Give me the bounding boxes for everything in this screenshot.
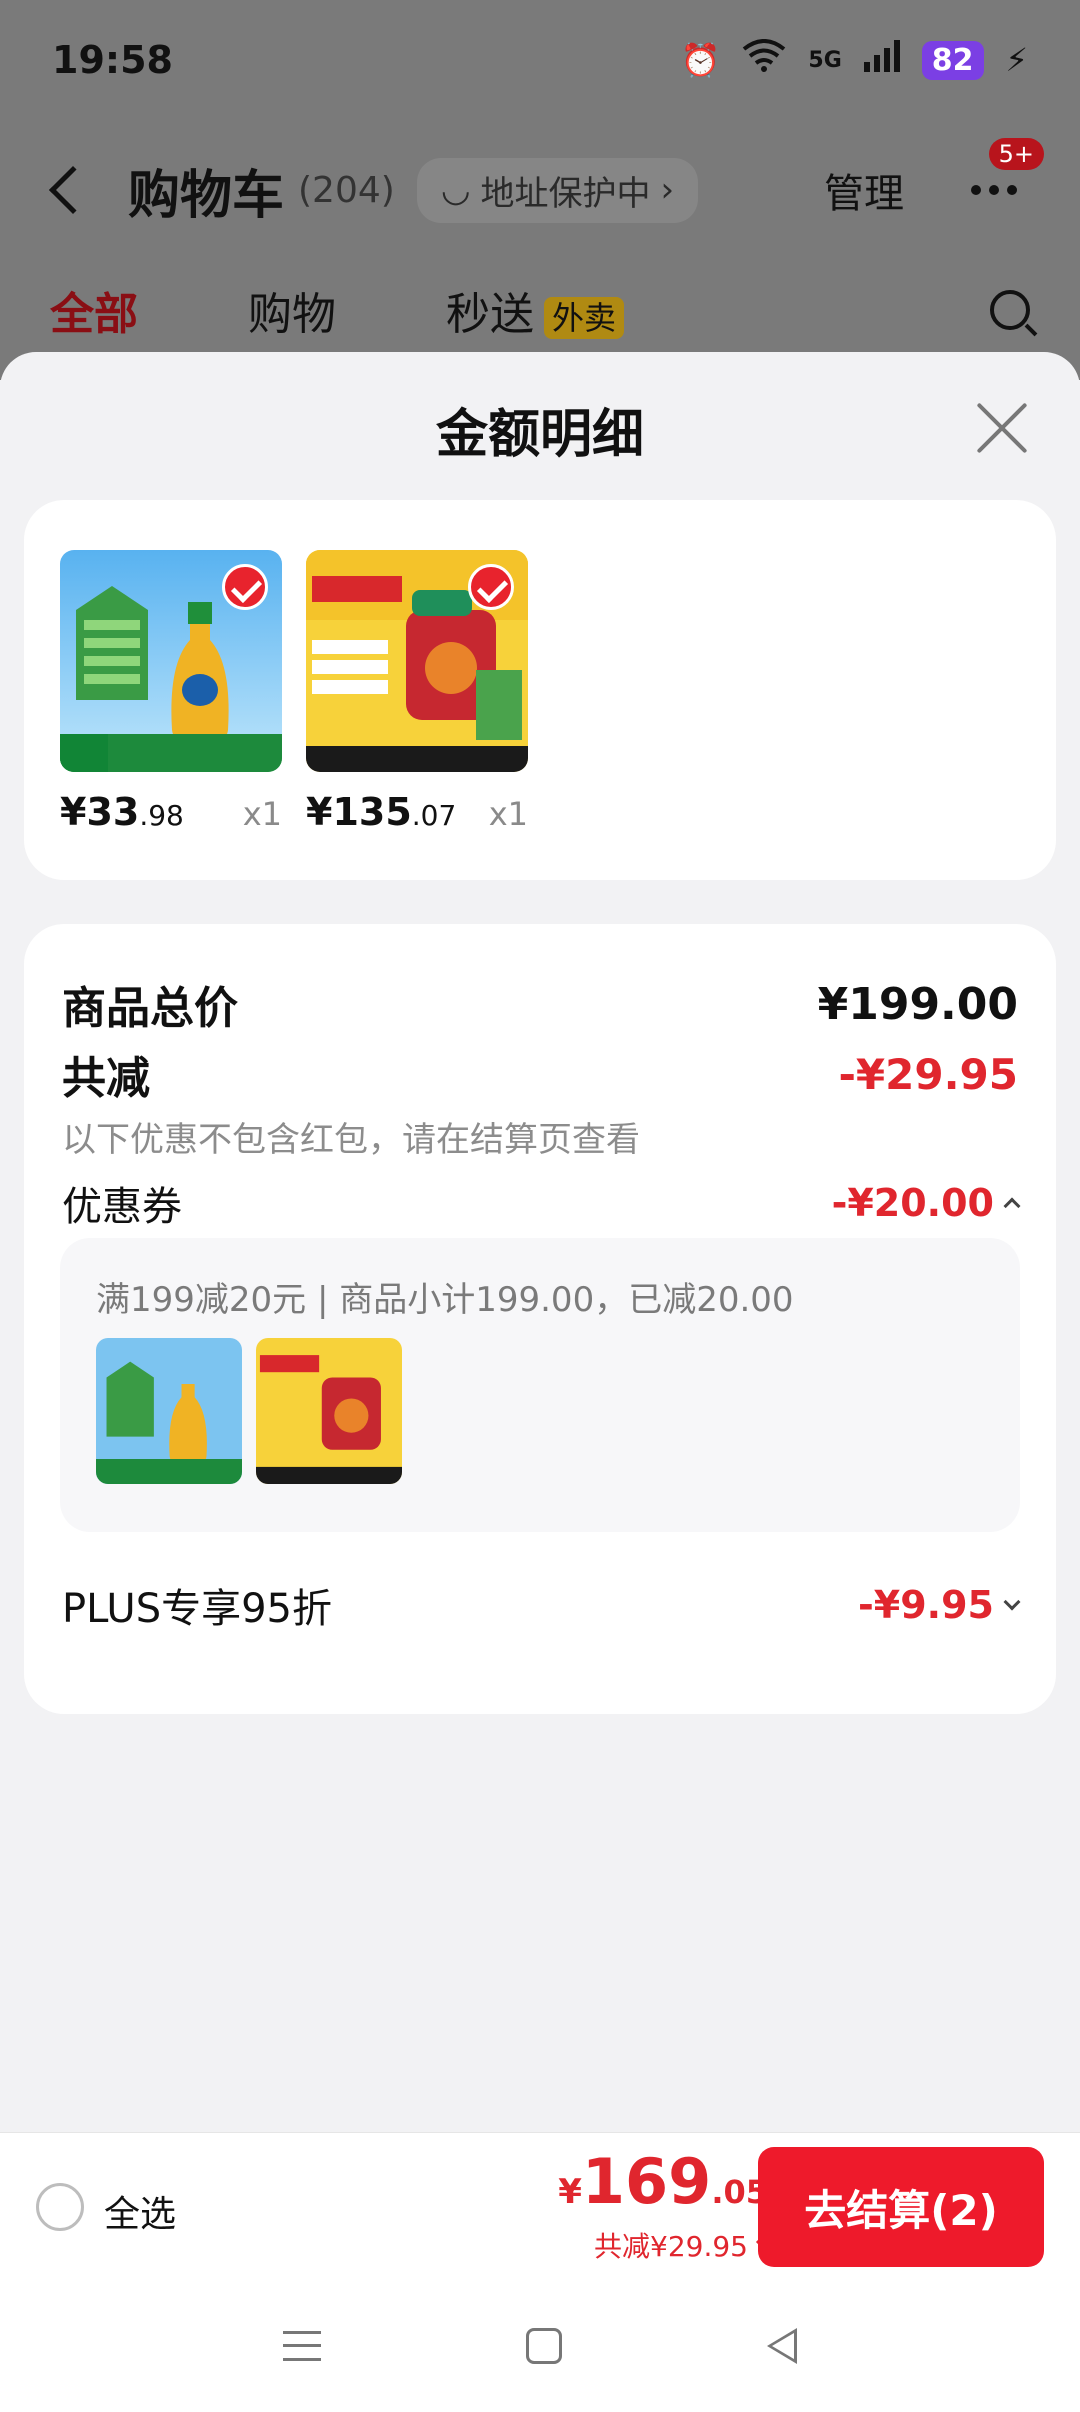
tab-express-label: 秒送: [446, 289, 534, 340]
product-qty: x1: [488, 795, 528, 833]
chevron-down-icon: [1003, 1593, 1021, 1611]
price-int: ¥33: [60, 790, 140, 834]
tab-shopping[interactable]: 购物: [248, 278, 336, 342]
charging-icon: ⚡: [1005, 41, 1028, 79]
plus-discount-row[interactable]: PLUS专享95折 -¥9.95: [62, 1576, 1021, 1634]
more-button[interactable]: 5+: [964, 138, 1044, 210]
sheet-title: 金额明细: [435, 405, 644, 465]
cart-header: 购物车 (204) ◡ 地址保护中 › 管理 5+: [0, 138, 1080, 240]
coupon-value: -¥20.00: [831, 1181, 1021, 1225]
price-dec: .98: [139, 799, 184, 832]
coupon-row[interactable]: 优惠券 -¥20.00: [62, 1174, 1021, 1232]
home-icon[interactable]: [525, 2328, 562, 2364]
alarm-icon: ⏰: [680, 41, 721, 79]
status-time: 19:58: [52, 38, 173, 82]
chevron-up-icon: [1003, 1197, 1021, 1215]
price-int: ¥135: [306, 790, 412, 834]
product-price-row: ¥33.98 x1: [60, 790, 282, 834]
product-image: [60, 550, 282, 772]
more-dot-icon: [1007, 185, 1017, 195]
status-bar: 19:58 ⏰ 5G 82 ⚡: [0, 0, 1080, 120]
manage-button[interactable]: 管理: [824, 161, 904, 219]
chevron-right-icon: ›: [660, 170, 675, 210]
currency-symbol: ¥: [558, 2172, 582, 2212]
total-price-row: 商品总价 ¥199.00: [62, 972, 1018, 1036]
checked-icon: [468, 564, 514, 610]
status-icons: ⏰ 5G 82 ⚡: [681, 39, 1028, 81]
network-label: 5G: [808, 47, 842, 73]
discount-value: -¥29.95: [838, 1049, 1018, 1099]
product-qty: x1: [242, 795, 282, 833]
tab-express[interactable]: 秒送 外卖: [446, 278, 625, 342]
product-item[interactable]: ¥135.07 x1: [306, 550, 528, 834]
search-icon[interactable]: [990, 290, 1030, 330]
total-price-label: 商品总价: [62, 983, 238, 1034]
checked-icon: [222, 564, 268, 610]
message-badge: 5+: [988, 138, 1044, 170]
address-protection-pill[interactable]: ◡ 地址保护中 ›: [416, 157, 699, 223]
more-dot-icon: [989, 185, 999, 195]
close-icon[interactable]: [974, 400, 1030, 456]
coupon-amount: -¥20.00: [831, 1181, 994, 1225]
select-all-radio[interactable]: [36, 2183, 84, 2231]
products-card: ¥33.98 x1 ¥135.07 x1: [24, 500, 1056, 880]
plus-discount-label: PLUS专享95折: [62, 1586, 332, 1632]
more-dot-icon: [971, 185, 981, 195]
coupon-product-thumb: [256, 1338, 402, 1484]
checkout-button[interactable]: 去结算(2): [758, 2147, 1044, 2267]
price-dec: .07: [411, 799, 457, 832]
system-nav-bar: [0, 2280, 1080, 2412]
product-price: ¥33.98: [60, 790, 184, 834]
shield-smile-icon: ◡: [440, 170, 471, 210]
saved-amount[interactable]: 共减¥29.95: [594, 2225, 771, 2265]
saved-text: 共减¥29.95: [594, 2230, 748, 2263]
coupon-product-thumb: [96, 1338, 242, 1484]
page-title: 购物车: [128, 165, 285, 226]
recent-apps-icon[interactable]: [282, 2331, 321, 2361]
discount-label: 共减: [62, 1053, 150, 1104]
total-amount: ¥ 169 .05: [558, 2145, 768, 2218]
plus-discount-value: -¥9.95: [858, 1583, 1021, 1627]
signal-icon: [863, 40, 900, 80]
coupon-detail-box: 满199减20元 | 商品小计199.00，已减20.00: [60, 1238, 1020, 1532]
product-item[interactable]: ¥33.98 x1: [60, 550, 282, 834]
address-label: 地址保护中: [480, 173, 651, 214]
product-price-row: ¥135.07 x1: [306, 790, 528, 834]
wifi-icon: [742, 39, 786, 81]
battery-indicator: 82: [921, 40, 984, 80]
total-int: 169: [581, 2145, 712, 2218]
product-price: ¥135.07: [306, 790, 456, 834]
discount-note: 以下优惠不包含红包，请在结算页查看: [62, 1120, 640, 1160]
coupon-detail-text: 满199减20元 | 商品小计199.00，已减20.00: [96, 1280, 794, 1320]
back-nav-icon[interactable]: [767, 2328, 798, 2364]
tab-all[interactable]: 全部: [50, 278, 138, 360]
select-all-label[interactable]: 全选: [104, 2185, 176, 2237]
takeout-tag: 外卖: [544, 297, 625, 339]
cart-count: (204): [298, 169, 395, 211]
back-icon[interactable]: [48, 165, 98, 215]
cart-tabs: 全部 购物 秒送 外卖: [0, 270, 1080, 360]
discount-row: 共减 -¥29.95: [62, 1042, 1018, 1106]
background-page: 19:58 ⏰ 5G 82 ⚡ 购物车 (204) ◡ 地址保护中 › 管理 5…: [0, 0, 1080, 380]
price-detail-card: 商品总价 ¥199.00 共减 -¥29.95 以下优惠不包含红包，请在结算页查…: [24, 924, 1056, 1714]
total-price-value: ¥199.00: [817, 978, 1018, 1030]
product-image: [306, 550, 528, 772]
amount-detail-sheet: 金额明细 ¥33.98 x1 ¥135.07 x1 商品总价 ¥199.00 共…: [0, 352, 1080, 2132]
coupon-label: 优惠券: [62, 1184, 182, 1230]
checkout-bar: 全选 ¥ 169 .05 共减¥29.95 去结算(2): [0, 2132, 1080, 2280]
plus-amount: -¥9.95: [858, 1583, 994, 1627]
